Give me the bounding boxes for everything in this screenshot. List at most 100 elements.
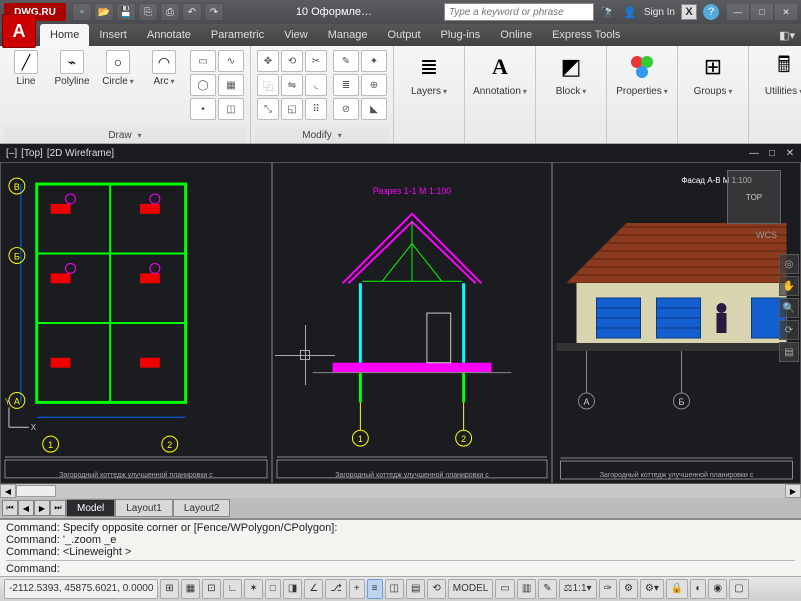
copy-icon[interactable]: ⿻ [257,74,279,96]
draw-panel-label[interactable]: Draw [4,127,246,143]
nav-orbit-icon[interactable]: ⟳ [779,320,799,340]
snap-mode-icon[interactable]: ▦ [181,579,200,599]
rotate-icon[interactable]: ⟲ [281,50,303,72]
sheet-last-icon[interactable]: ⏭ [50,500,66,516]
tab-annotate[interactable]: Annotate [137,24,201,46]
horizontal-scrollbar[interactable]: ◀ ▶ [0,484,801,498]
erase-icon[interactable]: ✎ [333,50,359,72]
clean-screen-icon[interactable]: ▢ [729,579,748,599]
sign-in-link[interactable]: Sign In [644,7,675,18]
sheet-tab-layout2[interactable]: Layout2 [173,499,231,517]
toolbar-lock-icon[interactable]: 🔒 [666,579,688,599]
tab-online[interactable]: Online [490,24,542,46]
scale-icon[interactable]: ◱ [281,98,303,120]
tab-view[interactable]: View [274,24,318,46]
groups-button[interactable]: ⊞Groups [682,48,744,99]
line-button[interactable]: ╱Line [4,48,48,89]
tab-output[interactable]: Output [378,24,431,46]
help-icon[interactable]: ? [703,4,719,20]
chamfer-icon[interactable]: ◣ [361,98,387,120]
command-input[interactable] [64,563,795,575]
isolate-objects-icon[interactable]: ◉ [708,579,727,599]
arc-button[interactable]: ◠Arc [142,48,186,89]
nav-showmotion-icon[interactable]: ▤ [779,342,799,362]
tab-express-tools[interactable]: Express Tools [542,24,630,46]
dyn-input-icon[interactable]: + [349,579,365,599]
offset-icon[interactable]: ≣ [333,74,359,96]
mirror-icon[interactable]: ⇋ [281,74,303,96]
tab-home[interactable]: Home [40,24,89,46]
region-icon[interactable]: ◫ [218,98,244,120]
ducs-icon[interactable]: ⎇ [325,579,347,599]
osnap-icon[interactable]: □ [265,579,281,599]
fillet-icon[interactable]: ◟ [305,74,327,96]
nav-wheel-icon[interactable]: ◎ [779,254,799,274]
quickview-drawings-icon[interactable]: ▥ [517,579,536,599]
doc-maximize-icon[interactable]: □ [765,146,779,160]
minimize-button[interactable]: — [727,4,749,20]
workspace-switching-icon[interactable]: ⚙▾ [640,579,664,599]
utilities-button[interactable]: 🖩Utilities [753,48,801,99]
search-input[interactable] [444,3,594,21]
viewcube[interactable]: TOP [727,170,781,224]
annotation-scale-icon[interactable]: ✎ [538,579,556,599]
quickview-layouts-icon[interactable]: ▭ [495,579,514,599]
model-space-button[interactable]: MODEL [448,579,494,599]
spline-icon[interactable]: ∿ [218,50,244,72]
sheet-prev-icon[interactable]: ◀ [18,500,34,516]
tab-manage[interactable]: Manage [318,24,378,46]
stretch-icon[interactable]: ⤡ [257,98,279,120]
scroll-thumb[interactable] [16,485,56,497]
scroll-right-icon[interactable]: ▶ [785,484,801,498]
annotation-button[interactable]: AAnnotation [469,48,531,99]
qat-undo-icon[interactable]: ↶ [182,3,202,21]
rectangle-icon[interactable]: ▭ [190,50,216,72]
array-icon[interactable]: ⠿ [305,98,327,120]
viewport-style-control[interactable]: [2D Wireframe] [47,148,114,159]
move-icon[interactable]: ✥ [257,50,279,72]
explode-icon[interactable]: ✦ [361,50,387,72]
doc-minimize-icon[interactable]: — [747,146,761,160]
scroll-left-icon[interactable]: ◀ [0,484,16,498]
sheet-first-icon[interactable]: ⏮ [2,500,18,516]
user-icon[interactable]: 👤 [622,4,638,20]
close-button[interactable]: ✕ [775,4,797,20]
application-menu-icon[interactable]: A [2,14,36,48]
modify-panel-label[interactable]: Modify [255,127,389,143]
qat-open-icon[interactable]: 📂 [94,3,114,21]
layers-button[interactable]: ≣Layers [398,48,460,99]
autoscale-icon[interactable]: ⚙ [619,579,638,599]
hatch-icon[interactable]: ▦ [218,74,244,96]
point-icon[interactable]: • [190,98,216,120]
hardware-accel-icon[interactable]: ◐ [690,579,706,599]
tab-insert[interactable]: Insert [89,24,137,46]
selection-cycling-icon[interactable]: ⟲ [427,579,445,599]
tab-plugins[interactable]: Plug-ins [431,24,491,46]
3dosnap-icon[interactable]: ◨ [283,579,302,599]
polar-tracking-icon[interactable]: ✶ [244,579,262,599]
grid-display-icon[interactable]: ⊡ [202,579,220,599]
infer-constraints-icon[interactable]: ⊞ [160,579,178,599]
qat-save-icon[interactable]: 💾 [116,3,136,21]
qat-saveas-icon[interactable]: ⎘ [138,3,158,21]
join-icon[interactable]: ⊕ [361,74,387,96]
scale-display[interactable]: ⚖ 1:1 ▾ [559,579,597,599]
sheet-tab-layout1[interactable]: Layout1 [115,499,173,517]
quick-properties-icon[interactable]: ▤ [406,579,425,599]
tab-parametric[interactable]: Parametric [201,24,274,46]
binoculars-icon[interactable]: 🔭 [600,4,616,20]
nav-pan-icon[interactable]: ✋ [779,276,799,296]
qat-print-icon[interactable]: ⎙ [160,3,180,21]
qat-new-icon[interactable]: ▫ [72,3,92,21]
properties-button[interactable]: Properties [611,48,673,99]
annotation-visibility-icon[interactable]: ✑ [599,579,617,599]
trim-icon[interactable]: ✂ [305,50,327,72]
polyline-button[interactable]: ⌁Polyline [50,48,94,89]
lineweight-icon[interactable]: ≡ [367,579,383,599]
sheet-next-icon[interactable]: ▶ [34,500,50,516]
ellipse-icon[interactable]: ◯ [190,74,216,96]
ribbon-options-icon[interactable]: ◧▾ [773,24,801,46]
qat-redo-icon[interactable]: ↷ [204,3,224,21]
coordinate-display[interactable]: -2112.5393, 45875.6021, 0.0000 [4,579,158,599]
viewport-restore-control[interactable]: [–] [6,148,17,159]
